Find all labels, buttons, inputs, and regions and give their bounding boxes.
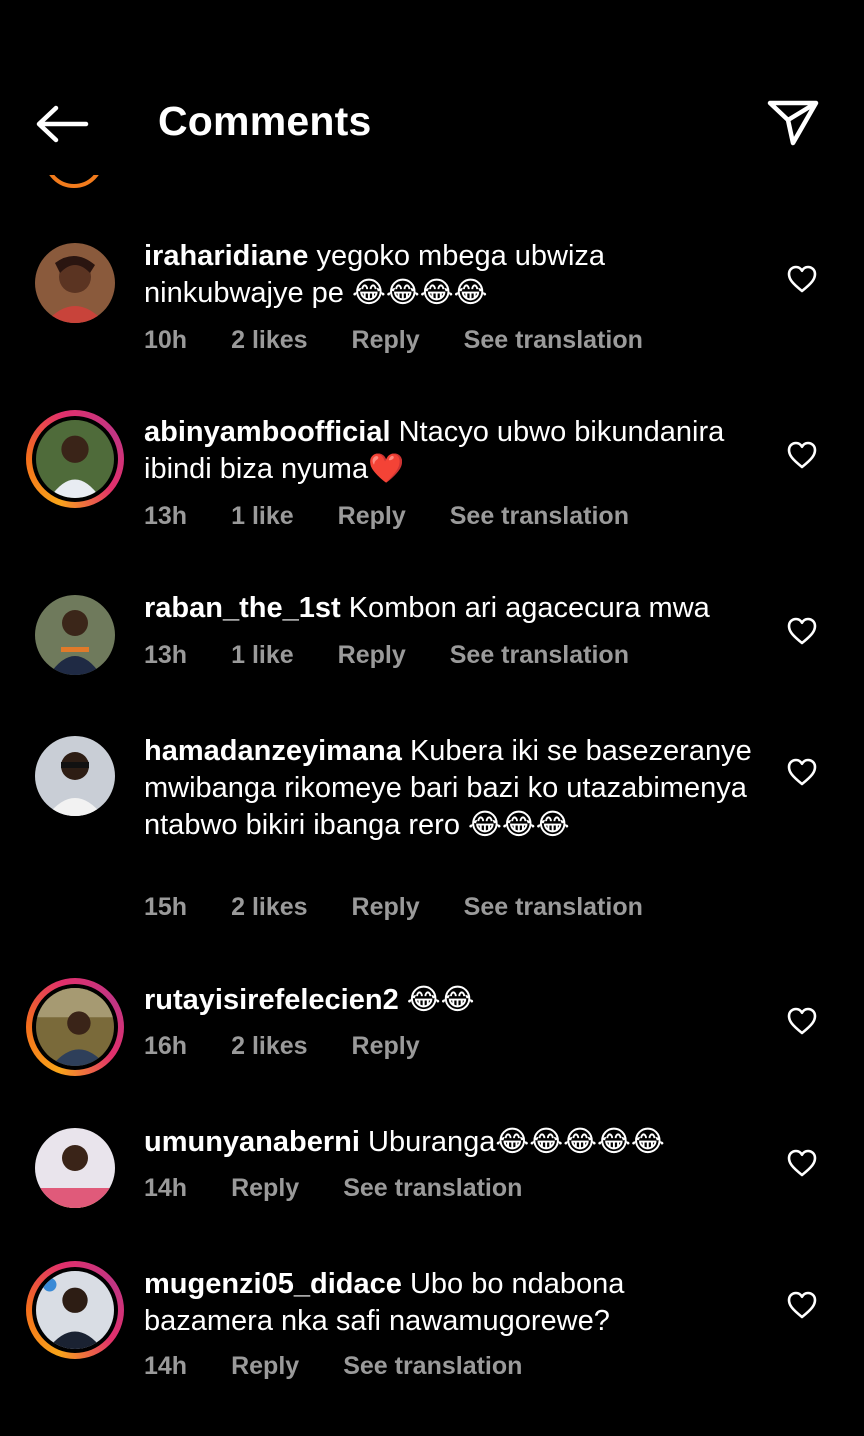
comment-username[interactable]: raban_the_1st xyxy=(144,592,341,624)
heart-outline-icon xyxy=(787,1291,817,1319)
comment-time: 15h xyxy=(144,893,188,921)
comment-likes[interactable]: 2 likes xyxy=(231,1032,307,1061)
reply-button[interactable]: Reply xyxy=(231,1352,299,1381)
comment-username[interactable]: hamadanzeyimana xyxy=(144,735,402,767)
see-translation-button[interactable]: See translation xyxy=(450,641,629,670)
comment-likes[interactable]: 1 like xyxy=(231,502,294,531)
back-button[interactable] xyxy=(30,100,92,148)
avatar[interactable] xyxy=(26,410,124,508)
see-translation-button[interactable]: See translation xyxy=(343,1174,522,1203)
heart-outline-icon xyxy=(787,441,817,469)
share-button[interactable] xyxy=(764,96,822,150)
see-translation-button[interactable]: See translation xyxy=(464,326,643,355)
like-button[interactable] xyxy=(786,757,818,787)
reply-button[interactable]: Reply xyxy=(338,502,406,531)
avatar[interactable] xyxy=(35,736,115,816)
like-button[interactable] xyxy=(786,616,818,646)
comment-time: 13h xyxy=(144,502,188,530)
heart-outline-icon xyxy=(787,758,817,786)
comment-likes[interactable]: 2 likes xyxy=(231,326,307,355)
arrow-left-icon xyxy=(36,105,89,143)
avatar[interactable] xyxy=(26,1261,124,1359)
comment-likes[interactable]: 2 likes xyxy=(231,893,307,922)
comment-username[interactable]: iraharidiane xyxy=(144,240,308,272)
page-title: Comments xyxy=(158,98,372,144)
avatar[interactable] xyxy=(35,595,115,675)
like-button[interactable] xyxy=(786,1006,818,1036)
paper-plane-icon xyxy=(767,100,819,146)
avatar[interactable] xyxy=(26,978,124,1076)
comment-time: 14h xyxy=(144,1352,188,1380)
comment-time: 10h xyxy=(144,326,188,354)
reply-button[interactable]: Reply xyxy=(352,893,420,922)
avatar[interactable] xyxy=(35,1128,115,1208)
header-bar: Comments xyxy=(0,0,864,175)
comment-text: 😂😂 xyxy=(406,984,475,1016)
like-button[interactable] xyxy=(786,1290,818,1320)
comment-username[interactable]: rutayisirefelecien2 xyxy=(144,984,399,1016)
heart-outline-icon xyxy=(787,1149,817,1177)
avatar[interactable] xyxy=(35,243,115,323)
comment-likes[interactable]: 1 like xyxy=(231,641,294,670)
reply-button[interactable]: Reply xyxy=(338,641,406,670)
heart-outline-icon xyxy=(787,617,817,645)
reply-button[interactable]: Reply xyxy=(352,326,420,355)
comment-time: 16h xyxy=(144,1032,188,1060)
see-translation-button[interactable]: See translation xyxy=(450,502,629,531)
comment-username[interactable]: mugenzi05_didace xyxy=(144,1268,402,1300)
comment-time: 13h xyxy=(144,641,188,669)
comment-text: Kombon ari agacecura mwa xyxy=(348,592,710,624)
comment-username[interactable]: umunyanaberni xyxy=(144,1126,360,1158)
reply-button[interactable]: Reply xyxy=(231,1174,299,1203)
reply-button[interactable]: Reply xyxy=(352,1032,420,1061)
like-button[interactable] xyxy=(786,264,818,294)
comment-text: Uburanga😂😂😂😂😂 xyxy=(368,1126,665,1158)
heart-outline-icon xyxy=(787,1007,817,1035)
see-translation-button[interactable]: See translation xyxy=(464,893,643,922)
like-button[interactable] xyxy=(786,1148,818,1178)
comment-username[interactable]: abinyamboofficial xyxy=(144,416,391,448)
like-button[interactable] xyxy=(786,440,818,470)
see-translation-button[interactable]: See translation xyxy=(343,1352,522,1381)
heart-outline-icon xyxy=(787,265,817,293)
comment-time: 14h xyxy=(144,1174,188,1202)
